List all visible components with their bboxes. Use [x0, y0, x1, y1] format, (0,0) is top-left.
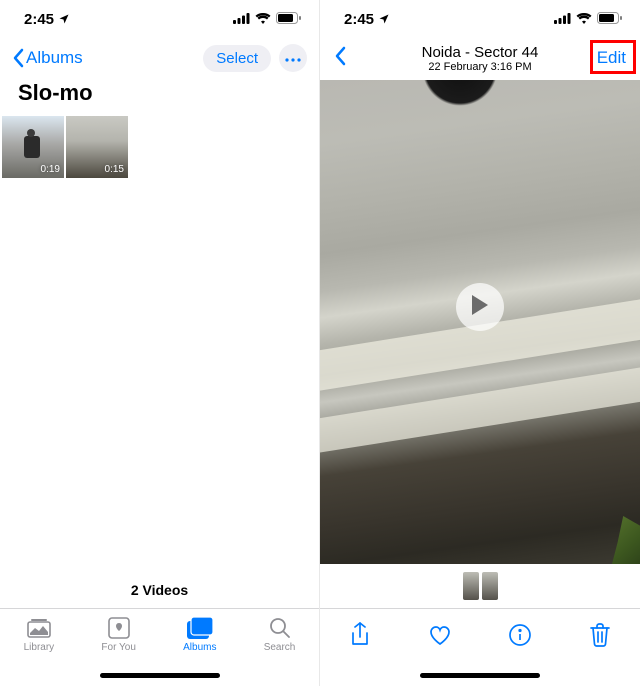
- nav-title: Noida - Sector 44 22 February 3:16 PM: [422, 44, 539, 73]
- battery-icon: [597, 11, 622, 28]
- tab-search[interactable]: Search: [264, 616, 296, 686]
- delete-button[interactable]: [586, 623, 614, 651]
- album-title: Slo-mo: [0, 78, 319, 116]
- video-detail-screen: 2:45 Noida - Sector 44 22 February 3:16 …: [320, 0, 640, 686]
- location-arrow-icon: [378, 13, 390, 25]
- heart-icon: [428, 624, 452, 651]
- albums-icon: [187, 616, 213, 640]
- thumbnail-grid: 0:19 0:15: [0, 116, 319, 178]
- home-indicator[interactable]: [420, 673, 540, 678]
- status-bar: 2:45: [0, 0, 319, 38]
- ellipsis-icon: [285, 49, 301, 67]
- share-icon: [350, 622, 370, 653]
- cellular-icon: [554, 11, 571, 28]
- tab-library[interactable]: Library: [24, 616, 55, 686]
- back-button[interactable]: Albums: [12, 48, 83, 68]
- status-time: 2:45: [24, 11, 54, 28]
- video-thumbnail[interactable]: 0:15: [66, 116, 128, 178]
- album-screen: 2:45 Albums Select: [0, 0, 320, 686]
- play-icon: [471, 295, 489, 320]
- trash-icon: [590, 623, 610, 652]
- detail-nav-bar: Noida - Sector 44 22 February 3:16 PM Ed…: [320, 38, 640, 78]
- video-thumbnail[interactable]: 0:19: [2, 116, 64, 178]
- date-subtitle: 22 February 3:16 PM: [422, 61, 539, 73]
- detail-toolbar: [320, 608, 640, 686]
- scrubber-frame: [482, 572, 498, 600]
- status-right: [233, 11, 301, 28]
- back-label: Albums: [26, 48, 83, 68]
- location-arrow-icon: [58, 13, 70, 25]
- video-scrubber[interactable]: [320, 564, 640, 608]
- search-icon: [267, 616, 293, 640]
- tab-label: Albums: [183, 642, 216, 653]
- back-button[interactable]: [330, 42, 350, 75]
- video-duration: 0:19: [41, 164, 60, 175]
- library-icon: [26, 616, 52, 640]
- status-left: 2:45: [344, 11, 390, 28]
- nav-bar: Albums Select: [0, 38, 319, 78]
- status-right: [554, 11, 622, 28]
- scrubber-frame: [463, 572, 479, 600]
- cellular-icon: [233, 11, 250, 28]
- home-indicator[interactable]: [100, 673, 220, 678]
- select-button[interactable]: Select: [203, 45, 271, 72]
- battery-icon: [276, 11, 301, 28]
- info-button[interactable]: [506, 623, 534, 651]
- status-bar: 2:45: [320, 0, 640, 38]
- video-duration: 0:15: [105, 164, 124, 175]
- tab-bar: Library For You Albums Search: [0, 608, 319, 686]
- item-count: 2 Videos: [0, 572, 319, 608]
- tab-label: For You: [101, 642, 135, 653]
- tab-label: Library: [24, 642, 55, 653]
- for-you-icon: [106, 616, 132, 640]
- edit-button[interactable]: Edit: [593, 45, 630, 71]
- info-icon: [509, 624, 531, 651]
- nav-actions: Select: [203, 44, 307, 72]
- video-preview[interactable]: [320, 80, 640, 564]
- wifi-icon: [255, 11, 271, 28]
- location-title: Noida - Sector 44: [422, 44, 539, 61]
- status-left: 2:45: [24, 11, 70, 28]
- play-button[interactable]: [456, 283, 504, 331]
- favorite-button[interactable]: [426, 623, 454, 651]
- more-button[interactable]: [279, 44, 307, 72]
- share-button[interactable]: [346, 623, 374, 651]
- wifi-icon: [576, 11, 592, 28]
- status-time: 2:45: [344, 11, 374, 28]
- tab-label: Search: [264, 642, 296, 653]
